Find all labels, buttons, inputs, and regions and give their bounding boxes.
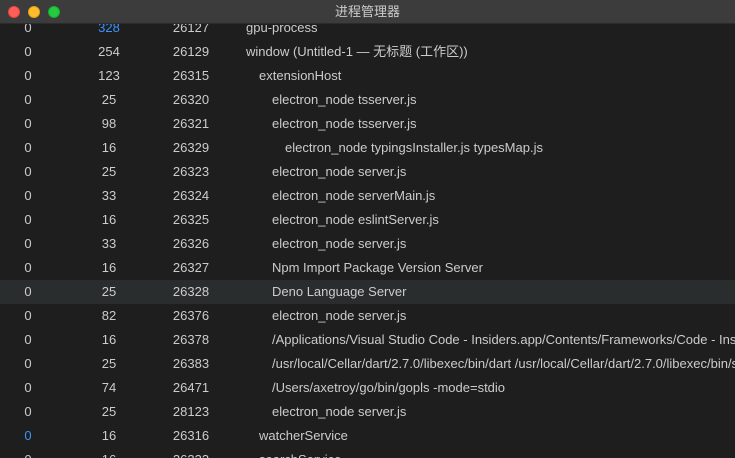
process-name-cell: /Users/axetroy/go/bin/gopls -mode=stdio bbox=[272, 380, 506, 395]
memory-cell: 16 bbox=[101, 428, 117, 443]
pid-cell: 26328 bbox=[172, 284, 210, 299]
pid-cell: 26323 bbox=[172, 164, 210, 179]
process-row[interactable]: 0 25 26383/usr/local/Cellar/dart/2.7.0/lib… bbox=[0, 352, 735, 376]
process-table: 0 328 26127 gpu-process 0 254 26129 window (Unt… bbox=[0, 16, 735, 458]
process-name-cell: Npm Import Package Version Server bbox=[272, 260, 483, 275]
process-name-cell: electron_node server.js bbox=[272, 236, 407, 251]
cpu-cell: 0 bbox=[24, 308, 32, 323]
memory-cell: 16 bbox=[101, 260, 117, 275]
memory-cell: 254 bbox=[98, 44, 120, 59]
pid-cell: 28123 bbox=[172, 404, 210, 419]
process-name-cell: /Applications/Visual Studio Code - Insid… bbox=[272, 332, 735, 347]
cpu-cell: 0 bbox=[24, 140, 32, 155]
pid-cell: 26329 bbox=[172, 140, 210, 155]
memory-cell: 98 bbox=[101, 116, 117, 131]
process-row[interactable]: 0 82 26376 electron_node server.js bbox=[0, 304, 735, 328]
process-name-cell: electron_node tsserver.js bbox=[272, 116, 417, 131]
memory-cell: 16 bbox=[81, 448, 137, 458]
memory-cell: 16 bbox=[101, 140, 117, 155]
memory-cell: 16 bbox=[101, 212, 117, 227]
process-name-cell: electron_node eslintServer.js bbox=[272, 212, 439, 227]
cpu-cell: 0 bbox=[24, 332, 32, 347]
process-row[interactable]: 0 25 26328 Deno Language Server bbox=[0, 280, 735, 304]
cpu-cell: 0 bbox=[24, 284, 32, 299]
memory-cell: 25 bbox=[101, 164, 117, 179]
process-row[interactable]: 0 16 26329 electron_node typingsInstaller.j… bbox=[0, 136, 735, 160]
cpu-cell: 0 bbox=[24, 356, 32, 371]
process-name-cell: window (Untitled-1 — 无标题 (工作区)) bbox=[246, 44, 468, 59]
process-name-cell: electron_node server.js bbox=[272, 164, 407, 179]
pid-cell: 26378 bbox=[172, 332, 210, 347]
title-bar: 进程管理器 bbox=[0, 0, 735, 24]
process-row[interactable]: 0 16 26378/Applications/Visual Studio Code… bbox=[0, 328, 735, 352]
pid-cell: 26376 bbox=[172, 308, 210, 323]
cpu-cell: 0 bbox=[0, 448, 56, 458]
process-row[interactable]: 0 123 26315 extensionHost bbox=[0, 64, 735, 88]
process-row[interactable]: 0 16 26327 Npm Import Package Version Serve… bbox=[0, 256, 735, 280]
pid-cell: 26326 bbox=[172, 236, 210, 251]
process-row[interactable]: 0 74 26471/Users/axetroy/go/bin/gopls -mod… bbox=[0, 376, 735, 400]
cpu-cell: 0 bbox=[24, 236, 32, 251]
process-row[interactable]: 0 25 26320 electron_node tsserver.js bbox=[0, 88, 735, 112]
process-name-cell: electron_node tsserver.js bbox=[272, 92, 417, 107]
memory-cell: 74 bbox=[101, 380, 117, 395]
process-name-cell: extensionHost bbox=[259, 68, 342, 83]
cpu-cell: 0 bbox=[24, 428, 32, 443]
process-row[interactable]: 0 16 26333 searchService bbox=[0, 448, 735, 458]
window-title: 进程管理器 bbox=[334, 4, 400, 19]
cpu-cell: 0 bbox=[24, 404, 32, 419]
cpu-cell: 0 bbox=[24, 116, 32, 131]
memory-cell: 25 bbox=[101, 92, 117, 107]
process-name-cell: searchService bbox=[246, 448, 735, 458]
memory-cell: 33 bbox=[101, 236, 117, 251]
pid-cell: 26471 bbox=[172, 380, 210, 395]
cpu-cell: 0 bbox=[24, 44, 32, 59]
vertical-scrollbar[interactable] bbox=[729, 24, 735, 458]
process-row[interactable]: 0 33 26326 electron_node server.js bbox=[0, 232, 735, 256]
memory-cell: 33 bbox=[101, 188, 117, 203]
memory-cell: 82 bbox=[101, 308, 117, 323]
pid-cell: 26315 bbox=[172, 68, 210, 83]
pid-cell: 26129 bbox=[172, 44, 210, 59]
memory-cell: 25 bbox=[101, 404, 117, 419]
memory-cell: 25 bbox=[101, 356, 117, 371]
process-row[interactable]: 0 16 26325 electron_node eslintServer.js bbox=[0, 208, 735, 232]
process-row[interactable]: 0 25 28123 electron_node server.js bbox=[0, 400, 735, 424]
pid-cell: 26383 bbox=[172, 356, 210, 371]
memory-cell: 25 bbox=[101, 284, 117, 299]
cpu-cell: 0 bbox=[24, 188, 32, 203]
process-explorer-window: 0 328 26127 gpu-process 0 254 26129 window (Unt… bbox=[0, 0, 735, 458]
pid-cell: 26327 bbox=[172, 260, 210, 275]
process-name-cell: Deno Language Server bbox=[272, 284, 407, 299]
process-row[interactable]: 0 33 26324 electron_node serverMain.js bbox=[0, 184, 735, 208]
process-row[interactable]: 0 98 26321 electron_node tsserver.js bbox=[0, 112, 735, 136]
memory-cell: 123 bbox=[98, 68, 120, 83]
pid-cell: 26320 bbox=[172, 92, 210, 107]
cpu-cell: 0 bbox=[24, 92, 32, 107]
cpu-cell: 0 bbox=[24, 164, 32, 179]
process-name-cell: watcherService bbox=[259, 428, 348, 443]
process-name-cell: electron_node serverMain.js bbox=[272, 188, 436, 203]
process-name-cell: electron_node typingsInstaller.js typesM… bbox=[285, 140, 543, 155]
process-name-cell: /usr/local/Cellar/dart/2.7.0/libexec/bin… bbox=[272, 356, 735, 371]
cpu-cell: 0 bbox=[24, 68, 32, 83]
process-name-cell: electron_node server.js bbox=[272, 404, 407, 419]
pid-cell: 26321 bbox=[172, 116, 210, 131]
pid-cell: 26324 bbox=[172, 188, 210, 203]
pid-cell: 26333 bbox=[163, 448, 219, 458]
cpu-cell: 0 bbox=[24, 260, 32, 275]
process-row[interactable]: 0 254 26129 window (Untitled-1 — 无标题 (工作区)) bbox=[0, 40, 735, 64]
cpu-cell: 0 bbox=[24, 212, 32, 227]
pid-cell: 26316 bbox=[172, 428, 210, 443]
process-row[interactable]: 0 16 26316 watcherService bbox=[0, 424, 735, 448]
memory-cell: 16 bbox=[101, 332, 117, 347]
pid-cell: 26325 bbox=[172, 212, 210, 227]
cpu-cell: 0 bbox=[24, 380, 32, 395]
process-row[interactable]: 0 25 26323 electron_node server.js bbox=[0, 160, 735, 184]
process-name-cell: electron_node server.js bbox=[272, 308, 407, 323]
